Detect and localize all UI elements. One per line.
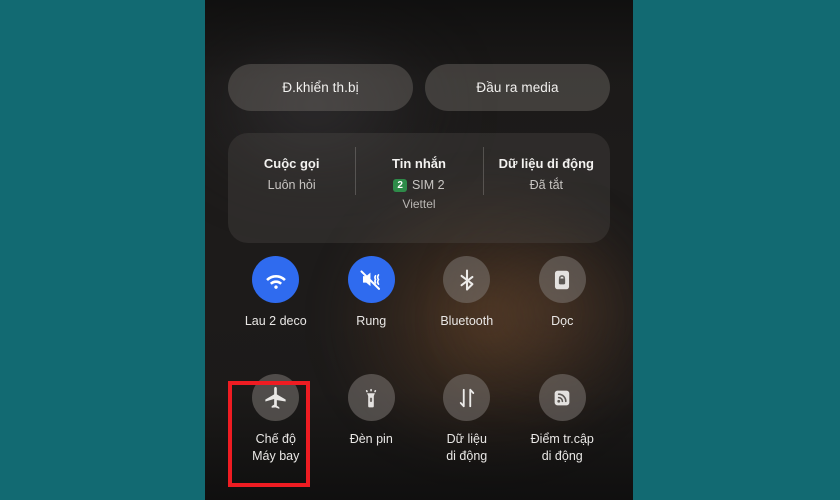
media-output-label: Đầu ra media [476, 80, 559, 95]
tile-label-bluetooth: Bluetooth [440, 314, 494, 328]
tile-airplane-mode[interactable]: Chế độ Máy bay [228, 374, 324, 464]
messages-title: Tin nhắn [392, 156, 446, 171]
tile-hotspot[interactable]: Điểm tr.cập di động [515, 374, 611, 464]
mobile-data-title: Dữ liệu di động [498, 156, 594, 171]
carrier-name: Viettel [402, 197, 436, 211]
mobile-data-value: Đã tắt [529, 178, 563, 192]
tile-label-wifi: Lau 2 deco [244, 314, 307, 328]
tile-label-mobile-data: Dữ liệu di động [446, 432, 488, 463]
calls-value-row: Luôn hỏi [268, 178, 316, 192]
tile-label-sound-mode: Rung [356, 314, 387, 328]
tile-sound-mode[interactable]: Rung [324, 256, 420, 329]
tile-label-hotspot: Điểm tr.cập di động [530, 432, 594, 463]
tile-wifi[interactable]: Lau 2 deco [228, 256, 324, 329]
sim-info-card: Cuộc gọi Luôn hỏi Tin nhắn 2 SIM 2 Viett… [228, 133, 610, 243]
flashlight-icon[interactable] [347, 374, 395, 422]
mobile-data-value-row: Đã tắt [530, 178, 563, 192]
vibrate-mute-icon[interactable] [347, 256, 395, 303]
messages-value-row: 2 SIM 2 [393, 178, 445, 192]
wifi-icon[interactable] [252, 256, 300, 303]
media-output-button[interactable]: Đầu ra media [425, 64, 610, 111]
info-column-calls[interactable]: Cuộc gọi Luôn hỏi [228, 133, 355, 243]
phone-screen: Đ.khiển th.bị Đầu ra media Cuộc gọi Luôn… [205, 0, 633, 500]
quick-action-pill-row: Đ.khiển th.bị Đầu ra media [228, 64, 610, 111]
info-column-mobile-data[interactable]: Dữ liệu di động Đã tắt [482, 133, 610, 243]
sim-slot-badge: 2 [393, 178, 407, 192]
tile-label-flashlight: Đèn pin [349, 432, 393, 447]
tile-label-rotation-lock: Dọc [551, 314, 574, 328]
calls-value: Luôn hỏi [267, 178, 316, 192]
tile-bluetooth[interactable]: Bluetooth [419, 256, 515, 329]
tile-rotation-lock[interactable]: Dọc [515, 256, 611, 329]
calls-title: Cuộc gọi [263, 156, 320, 171]
info-column-messages[interactable]: Tin nhắn 2 SIM 2 Viettel [355, 133, 482, 243]
toggle-grid: Lau 2 deco Rung Bluetooth Dọc Chế độ Máy… [228, 256, 610, 464]
tile-label-airplane-mode: Chế độ Máy bay [252, 432, 300, 463]
tile-mobile-data[interactable]: Dữ liệu di động [419, 374, 515, 464]
device-control-button[interactable]: Đ.khiển th.bị [228, 64, 413, 111]
tile-flashlight[interactable]: Đèn pin [324, 374, 420, 464]
mobile-data-icon[interactable] [443, 374, 491, 422]
hotspot-icon[interactable] [538, 374, 586, 422]
device-control-label: Đ.khiển th.bị [282, 80, 359, 95]
rotation-lock-icon[interactable] [538, 256, 586, 303]
bluetooth-icon[interactable] [443, 256, 491, 303]
messages-value: SIM 2 [411, 178, 445, 192]
airplane-icon[interactable] [252, 374, 300, 422]
